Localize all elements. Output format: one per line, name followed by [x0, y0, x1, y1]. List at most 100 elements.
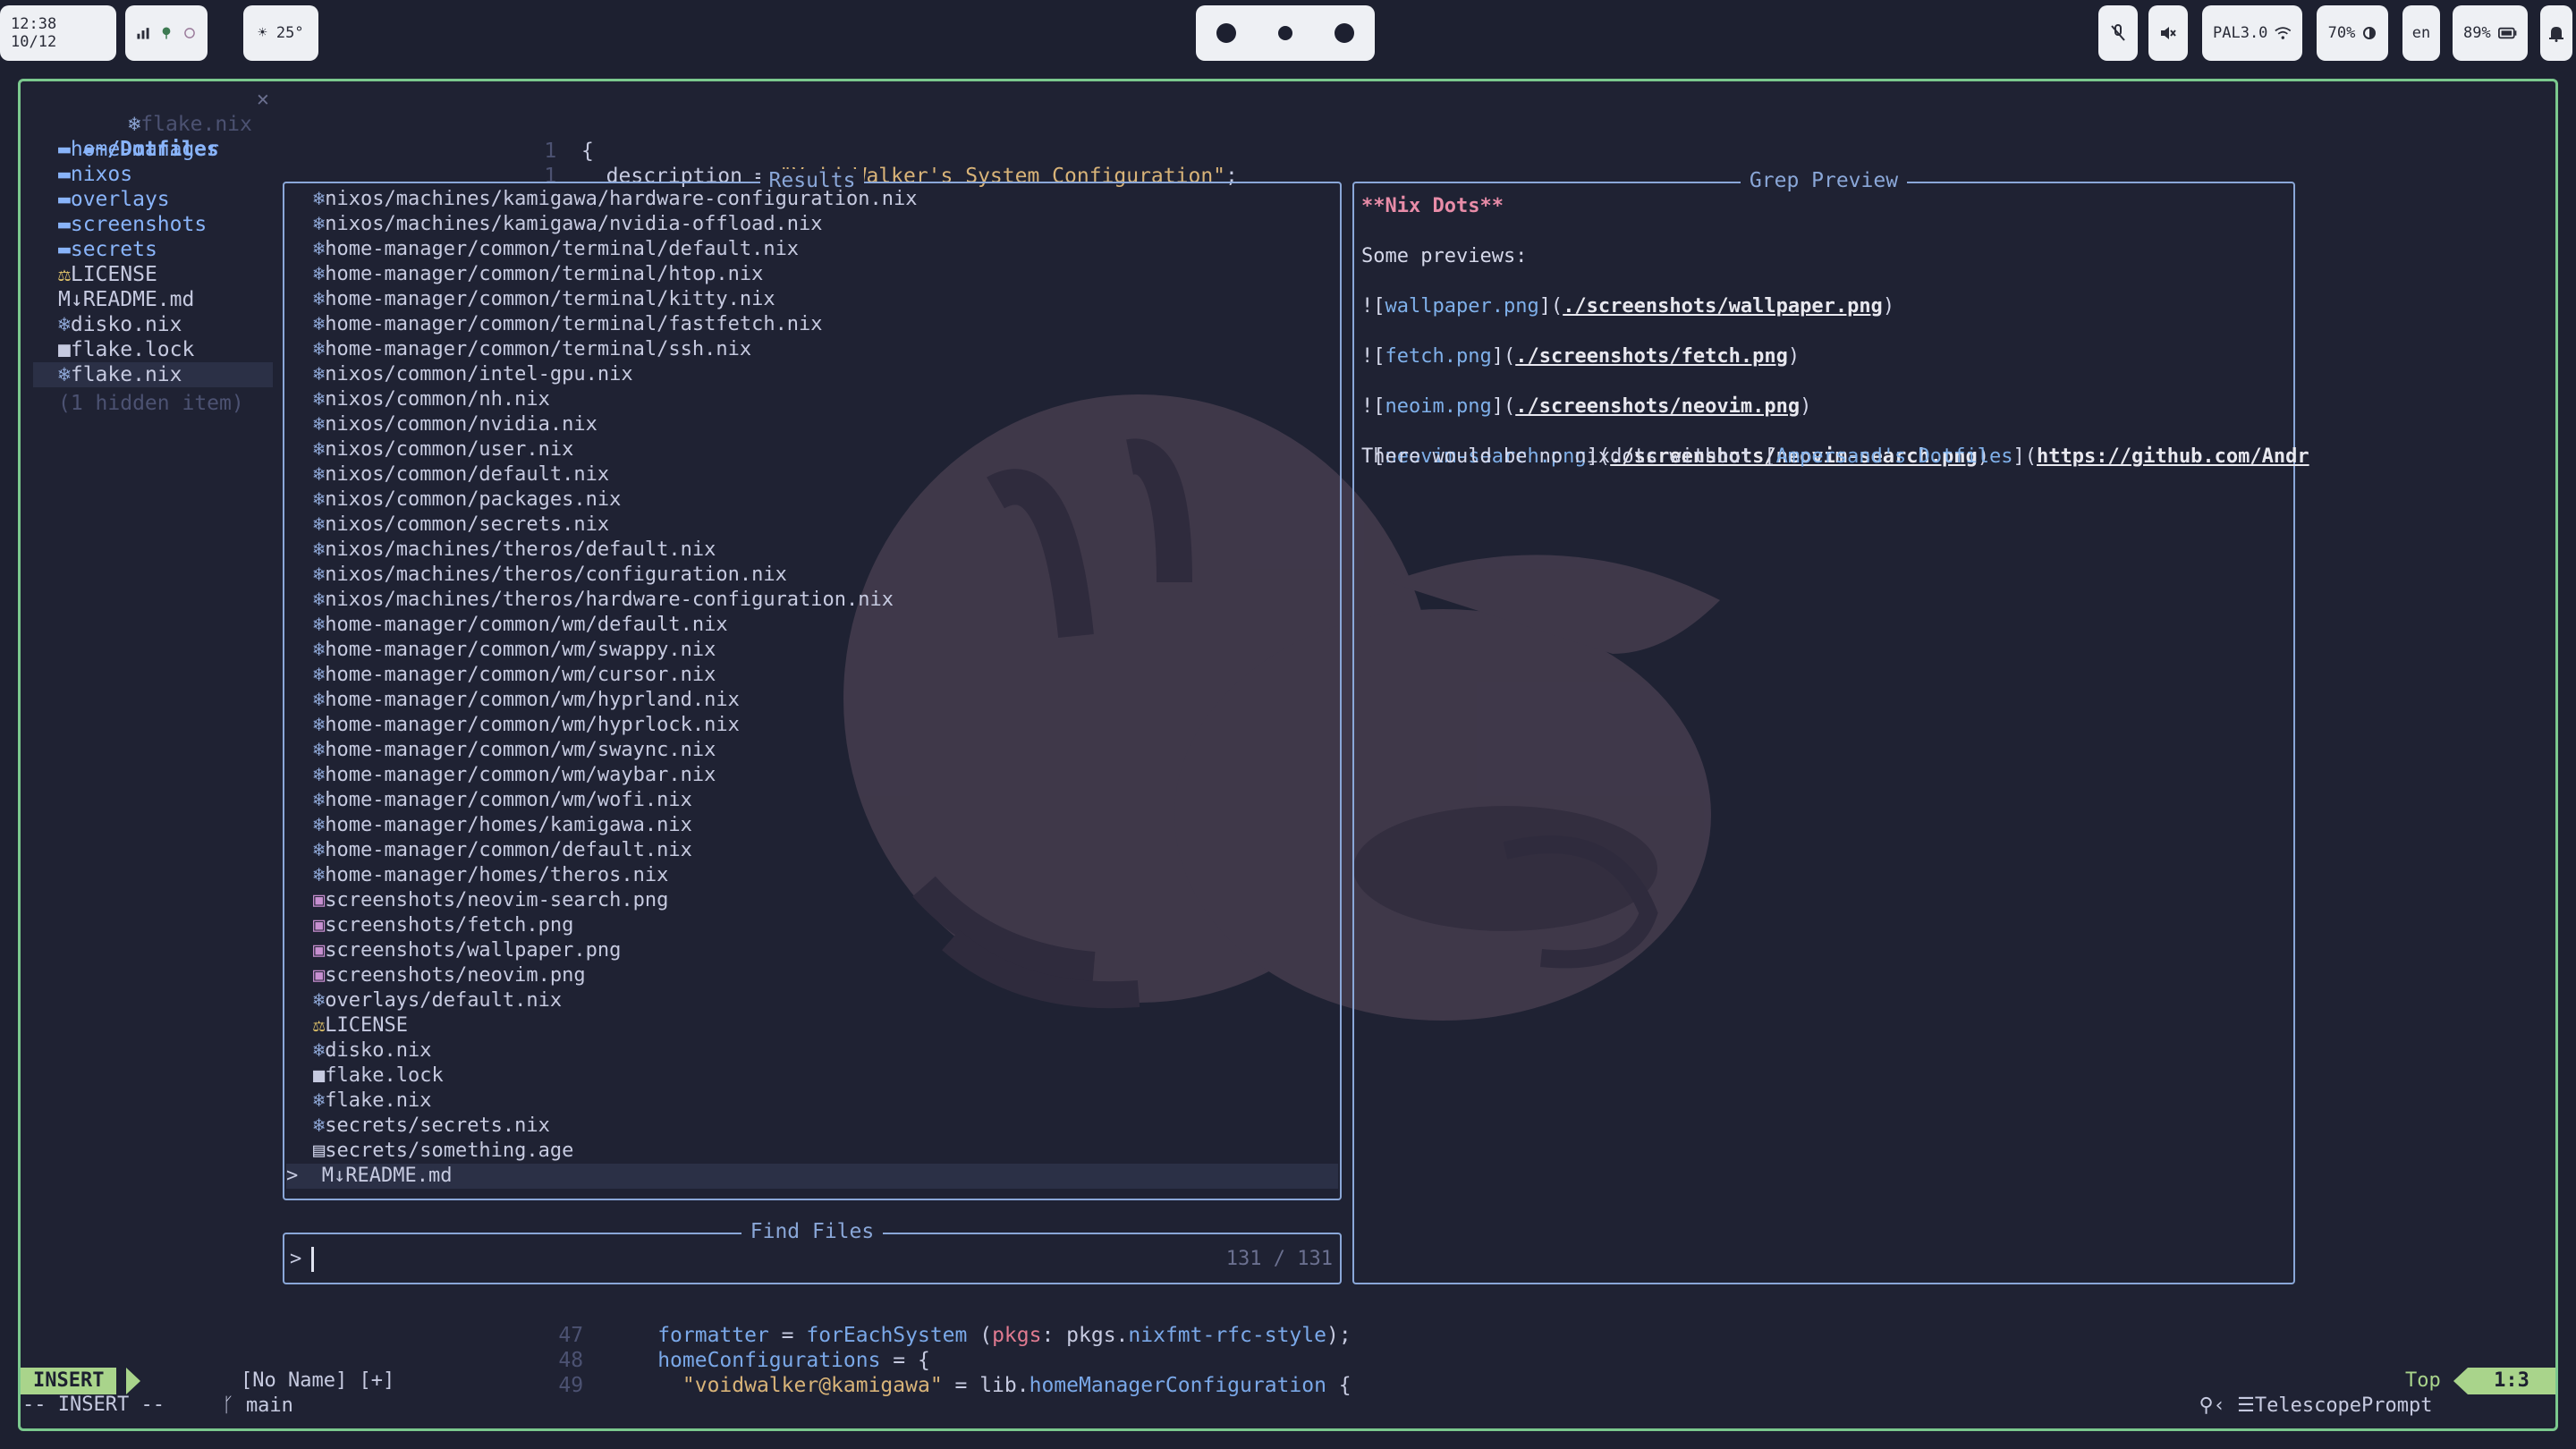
image-path[interactable]: ./screenshots/neovim.png [1515, 395, 1800, 418]
result-row[interactable]: ❄home-manager/common/wm/cursor.nix [313, 663, 716, 688]
find-files-title: Find Files [741, 1220, 884, 1243]
tree-item-label: flake.nix [70, 363, 182, 386]
workspace-3[interactable] [1315, 5, 1374, 61]
thanks-url[interactable]: https://github.com/Andr [2037, 445, 2309, 468]
workspace-switcher[interactable] [1196, 5, 1375, 61]
mode-badge: INSERT [21, 1368, 117, 1394]
plant-icon [162, 27, 171, 39]
result-path: nixos/common/nh.nix [325, 388, 550, 411]
result-path: nixos/machines/kamigawa/hardware-configu… [325, 188, 918, 210]
result-row[interactable]: ❄nixos/machines/kamigawa/hardware-config… [313, 187, 918, 212]
result-row[interactable]: ❄home-manager/common/terminal/fastfetch.… [313, 312, 823, 337]
notification-button[interactable] [2540, 5, 2572, 61]
nix-icon: ❄ [58, 313, 71, 336]
tree-item-label: home-manager [70, 138, 220, 161]
result-row[interactable]: ❄home-manager/common/wm/wofi.nix [313, 788, 692, 813]
result-row[interactable]: ❄nixos/common/secrets.nix [313, 513, 609, 538]
tree-item-screenshots[interactable]: ▬screenshots [58, 212, 207, 237]
result-row[interactable]: ▣screenshots/neovim.png [313, 963, 586, 988]
result-row[interactable]: ❄home-manager/common/wm/swappy.nix [313, 638, 716, 663]
result-row[interactable]: ❄home-manager/common/wm/hyprlock.nix [313, 713, 740, 738]
result-row[interactable]: ■flake.lock [313, 1063, 444, 1089]
result-row[interactable]: ❄disko.nix [313, 1038, 431, 1063]
tray-icons[interactable] [125, 5, 208, 61]
nix-icon: ❄ [313, 263, 326, 285]
result-row[interactable]: ▤secrets/something.age [313, 1139, 573, 1164]
mode-text: INSERT [33, 1369, 105, 1392]
bell-icon [2549, 27, 2563, 42]
workspace-2[interactable] [1256, 5, 1315, 61]
nix-icon: ❄ [313, 488, 326, 511]
result-row[interactable]: ❄nixos/machines/kamigawa/nvidia-offload.… [313, 212, 823, 237]
result-row[interactable]: ❄home-manager/common/terminal/ssh.nix [313, 337, 751, 362]
result-row[interactable]: ❄nixos/common/packages.nix [313, 487, 621, 513]
tree-item-home-manager[interactable]: ▬home-manager [58, 137, 219, 162]
result-row[interactable]: ❄nixos/machines/theros/hardware-configur… [313, 588, 894, 613]
buffer-name: [No Name] [+] [241, 1369, 395, 1392]
results-panel[interactable]: Results ❄nixos/machines/kamigawa/hardwar… [283, 169, 1342, 1200]
result-row[interactable]: ❄nixos/machines/theros/configuration.nix [313, 563, 787, 588]
tree-item-readme-md[interactable]: M↓README.md [58, 287, 194, 312]
preview-panel: Grep Preview **Nix Dots** Some previews:… [1352, 169, 2309, 1284]
result-row[interactable]: ❄nixos/common/nh.nix [313, 387, 550, 412]
image-path[interactable]: ./screenshots/wallpaper.png [1563, 295, 1883, 318]
chart-icon [137, 28, 149, 39]
tree-item-nixos[interactable]: ▬nixos [58, 162, 132, 187]
image-path[interactable]: ./screenshots/fetch.png [1515, 345, 1788, 368]
tree-item-disko-nix[interactable]: ❄disko.nix [58, 312, 182, 337]
result-row[interactable]: ▣screenshots/neovim-search.png [313, 888, 668, 913]
result-path: nixos/machines/kamigawa/nvidia-offload.n… [325, 213, 823, 235]
tree-item-flake-nix[interactable]: ❄flake.nix [33, 362, 273, 387]
result-row[interactable]: ❄home-manager/homes/kamigawa.nix [313, 813, 692, 838]
nix-icon: ❄ [313, 564, 326, 586]
result-row[interactable]: ❄nixos/common/intel-gpu.nix [313, 362, 633, 387]
result-row[interactable]: ❄home-manager/common/wm/hyprland.nix [313, 688, 740, 713]
result-path: flake.nix [325, 1089, 432, 1112]
result-row[interactable]: ▣screenshots/wallpaper.png [313, 938, 621, 963]
tree-item-overlays[interactable]: ▬overlays [58, 187, 170, 212]
result-row[interactable]: ❄home-manager/common/terminal/default.ni… [313, 237, 799, 262]
result-row[interactable]: ❄nixos/machines/theros/default.nix [313, 538, 716, 563]
result-row[interactable]: ❄nixos/common/user.nix [313, 437, 573, 462]
result-path: nixos/common/user.nix [325, 438, 574, 461]
tab-close-button[interactable]: ✕ [257, 87, 269, 112]
result-row[interactable]: ❄secrets/secrets.nix [313, 1114, 550, 1139]
nix-icon: ❄ [313, 238, 326, 260]
result-row[interactable]: ❄nixos/common/nvidia.nix [313, 412, 597, 437]
terminal-window[interactable]: ❄flake.nix ✕ ▰~/Dotfiles ▬home-manager ▬n… [18, 79, 2558, 1431]
brightness-widget[interactable]: 70% [2317, 5, 2388, 61]
result-path: flake.lock [325, 1064, 444, 1087]
nix-icon: ❄ [313, 1114, 326, 1137]
nix-icon: ❄ [313, 438, 326, 461]
volume-button[interactable] [2148, 5, 2188, 61]
find-files-prompt[interactable]: Find Files > 131 / 131 [283, 1220, 1342, 1284]
result-path: home-manager/common/wm/hyprlock.nix [325, 714, 740, 736]
image-icon: ▣ [313, 964, 326, 987]
result-row[interactable]: ❄home-manager/homes/theros.nix [313, 863, 668, 888]
branch-icon: ᚴ [222, 1394, 234, 1417]
result-row[interactable]: ❄flake.nix [313, 1089, 431, 1114]
tree-item-license[interactable]: ⚖LICENSE [58, 262, 157, 287]
tree-item-secrets[interactable]: ▬secrets [58, 237, 157, 262]
result-row[interactable]: ❄home-manager/common/wm/waybar.nix [313, 763, 716, 788]
workspace-1[interactable] [1197, 5, 1256, 61]
prompt-caret: > [290, 1248, 302, 1270]
language-widget[interactable]: en [2402, 5, 2440, 61]
result-row[interactable]: ❄home-manager/common/terminal/kitty.nix [313, 287, 775, 312]
workspace-dot-icon [1278, 26, 1292, 40]
mic-mute-button[interactable] [2098, 5, 2138, 61]
result-row[interactable]: ❄home-manager/common/wm/default.nix [313, 613, 728, 638]
result-row[interactable]: ❄home-manager/common/wm/swaync.nix [313, 738, 716, 763]
result-row[interactable]: ⚖LICENSE [313, 1013, 408, 1038]
tree-item-flake-lock[interactable]: ■flake.lock [58, 337, 194, 362]
network-widget[interactable]: PAL3.0 [2202, 5, 2302, 61]
result-row[interactable]: > M↓README.md [286, 1164, 1338, 1189]
result-row[interactable]: ❄overlays/default.nix [313, 988, 562, 1013]
prompt-input[interactable] [311, 1247, 314, 1272]
result-row[interactable]: ▣screenshots/fetch.png [313, 913, 573, 938]
result-path: nixos/machines/theros/hardware-configura… [325, 589, 894, 611]
result-row[interactable]: ❄home-manager/common/terminal/htop.nix [313, 262, 763, 287]
result-row[interactable]: ❄nixos/common/default.nix [313, 462, 609, 487]
thanks-link-text[interactable]: Ampersand's Dotfiles [1776, 445, 2013, 468]
result-row[interactable]: ❄home-manager/common/default.nix [313, 838, 692, 863]
